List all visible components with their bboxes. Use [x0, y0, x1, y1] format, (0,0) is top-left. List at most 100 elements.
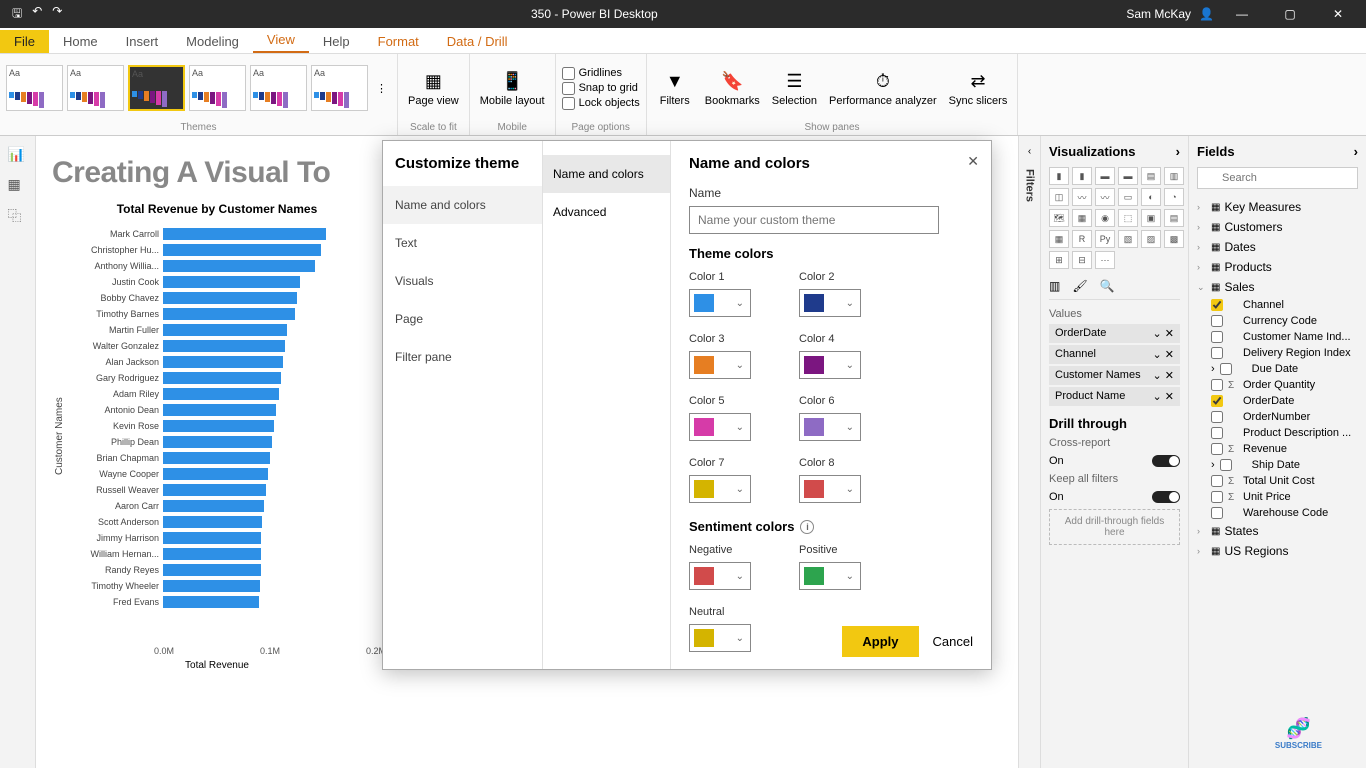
info-icon[interactable]: i — [798, 669, 812, 670]
color-picker[interactable]: ⌄ — [689, 289, 751, 317]
viz-type-icon[interactable]: ▦ — [1049, 230, 1069, 248]
tab-home[interactable]: Home — [49, 30, 112, 53]
color-picker[interactable]: ⌄ — [799, 351, 861, 379]
keep-filters-toggle[interactable] — [1152, 491, 1180, 503]
save-icon[interactable]: 🖫 — [12, 4, 22, 25]
bar-chart[interactable]: Customer Names Mark CarrollChristopher H… — [52, 226, 382, 646]
dlg-nav-page[interactable]: Page — [383, 300, 542, 338]
field-item[interactable]: Warehouse Code — [1197, 505, 1358, 521]
dlg-sub-advanced[interactable]: Advanced — [543, 193, 670, 231]
filters-button[interactable]: ▼Filters — [653, 67, 697, 109]
color-picker[interactable]: ⌄ — [799, 475, 861, 503]
field-item[interactable]: ΣRevenue — [1197, 441, 1358, 457]
maximize-icon[interactable]: ▢ — [1270, 0, 1310, 28]
theme-swatch[interactable]: Aa — [128, 65, 185, 111]
cancel-button[interactable]: Cancel — [933, 626, 973, 657]
mobile-layout-button[interactable]: 📱Mobile layout — [476, 67, 549, 109]
snap-check[interactable]: Snap to grid — [562, 82, 640, 95]
fields-well-icon[interactable]: ▥ — [1049, 279, 1060, 293]
minimize-icon[interactable]: — — [1222, 0, 1262, 28]
field-item[interactable]: Currency Code — [1197, 313, 1358, 329]
field-table[interactable]: ›▦US Regions — [1197, 541, 1358, 561]
color-picker[interactable]: ⌄ — [689, 351, 751, 379]
field-item[interactable]: Product Description ... — [1197, 425, 1358, 441]
format-icon[interactable]: 🖌 — [1072, 279, 1087, 293]
value-field[interactable]: Customer Names⌄ ✕ — [1049, 366, 1180, 385]
tab-modeling[interactable]: Modeling — [172, 30, 253, 53]
dlg-sub-name-colors[interactable]: Name and colors — [543, 155, 670, 193]
value-field[interactable]: Product Name⌄ ✕ — [1049, 387, 1180, 406]
viz-type-icon[interactable]: ⋯ — [1095, 251, 1115, 269]
field-item[interactable]: Channel — [1197, 297, 1358, 313]
selection-button[interactable]: ☰Selection — [768, 67, 821, 109]
page-view-button[interactable]: ▦Page view — [404, 67, 463, 109]
undo-icon[interactable]: ↶ — [32, 4, 42, 25]
viz-type-icon[interactable]: ◐ — [1141, 188, 1161, 206]
color-picker[interactable]: ⌄ — [689, 413, 751, 441]
gridlines-check[interactable]: Gridlines — [562, 67, 640, 80]
field-table[interactable]: ›▦States — [1197, 521, 1358, 541]
viz-type-icon[interactable]: ▦ — [1072, 209, 1092, 227]
viz-type-icon[interactable]: 🗺 — [1049, 209, 1069, 227]
theme-name-input[interactable] — [689, 206, 939, 234]
viz-type-icon[interactable]: ▤ — [1141, 167, 1161, 185]
tab-file[interactable]: File — [0, 30, 49, 53]
field-table[interactable]: ›▦Customers — [1197, 217, 1358, 237]
viz-type-icon[interactable]: ◉ — [1095, 209, 1115, 227]
viz-type-icon[interactable]: ⊟ — [1072, 251, 1092, 269]
field-item[interactable]: ›Ship Date — [1197, 457, 1358, 473]
analytics-icon[interactable]: 🔍 — [1100, 279, 1115, 293]
field-item[interactable]: OrderNumber — [1197, 409, 1358, 425]
viz-type-icon[interactable]: 〰 — [1072, 188, 1092, 206]
viz-type-icon[interactable]: ▣ — [1141, 209, 1161, 227]
viz-type-icon[interactable]: R — [1072, 230, 1092, 248]
tab-data-drill[interactable]: Data / Drill — [433, 30, 522, 53]
color-picker[interactable]: ⌄ — [799, 289, 861, 317]
info-icon[interactable]: i — [800, 520, 814, 534]
viz-type-icon[interactable]: ⬚ — [1118, 209, 1138, 227]
tab-help[interactable]: Help — [309, 30, 364, 53]
themes-more-icon[interactable]: ⋮ — [372, 82, 391, 95]
lock-check[interactable]: Lock objects — [562, 97, 640, 110]
color-picker[interactable]: ⌄ — [689, 562, 751, 590]
sync-button[interactable]: ⇄Sync slicers — [945, 67, 1012, 109]
color-picker[interactable]: ⌄ — [799, 413, 861, 441]
data-view-icon[interactable]: ▦ — [8, 176, 28, 196]
viz-type-icon[interactable]: ▭ — [1118, 188, 1138, 206]
close-icon[interactable]: ✕ — [1318, 0, 1358, 28]
color-picker[interactable]: ⌄ — [689, 624, 751, 652]
apply-button[interactable]: Apply — [842, 626, 918, 657]
dlg-nav-name-colors[interactable]: Name and colors — [383, 186, 542, 224]
tab-insert[interactable]: Insert — [112, 30, 173, 53]
theme-swatch[interactable]: Aa — [250, 65, 307, 111]
tab-view[interactable]: View — [253, 28, 309, 53]
theme-swatch[interactable]: Aa — [189, 65, 246, 111]
field-table[interactable]: ›▦Dates — [1197, 237, 1358, 257]
color-picker[interactable]: ⌄ — [689, 475, 751, 503]
viz-type-icon[interactable]: ▬ — [1095, 167, 1115, 185]
dialog-close-icon[interactable]: ✕ — [967, 153, 979, 170]
value-field[interactable]: Channel⌄ ✕ — [1049, 345, 1180, 364]
viz-type-icon[interactable]: ▤ — [1164, 209, 1184, 227]
expand-filters-icon[interactable]: ‹ — [1028, 146, 1031, 157]
viz-type-icon[interactable]: ▮ — [1049, 167, 1069, 185]
bookmarks-button[interactable]: 🔖Bookmarks — [701, 67, 764, 109]
perf-button[interactable]: ⏱Performance analyzer — [825, 67, 941, 109]
viz-type-icon[interactable]: ▥ — [1164, 167, 1184, 185]
dlg-nav-filterpane[interactable]: Filter pane — [383, 338, 542, 376]
theme-swatch[interactable]: Aa — [67, 65, 124, 111]
viz-type-icon[interactable]: ◫ — [1049, 188, 1069, 206]
viz-type-icon[interactable]: ▬ — [1118, 167, 1138, 185]
filters-rail[interactable]: ‹ Filters — [1018, 136, 1040, 768]
field-item[interactable]: ΣUnit Price — [1197, 489, 1358, 505]
viz-expand-icon[interactable]: › — [1176, 144, 1180, 159]
report-view-icon[interactable]: 📊 — [8, 146, 28, 166]
fields-expand-icon[interactable]: › — [1354, 144, 1358, 159]
field-table[interactable]: ⌄▦Sales — [1197, 277, 1358, 297]
viz-type-icon[interactable]: ▩ — [1164, 230, 1184, 248]
viz-type-icon[interactable]: ▮ — [1072, 167, 1092, 185]
fields-search-input[interactable] — [1197, 167, 1358, 189]
theme-swatch[interactable]: Aa — [6, 65, 63, 111]
field-item[interactable]: ΣTotal Unit Cost — [1197, 473, 1358, 489]
viz-type-icon[interactable]: ▨ — [1141, 230, 1161, 248]
